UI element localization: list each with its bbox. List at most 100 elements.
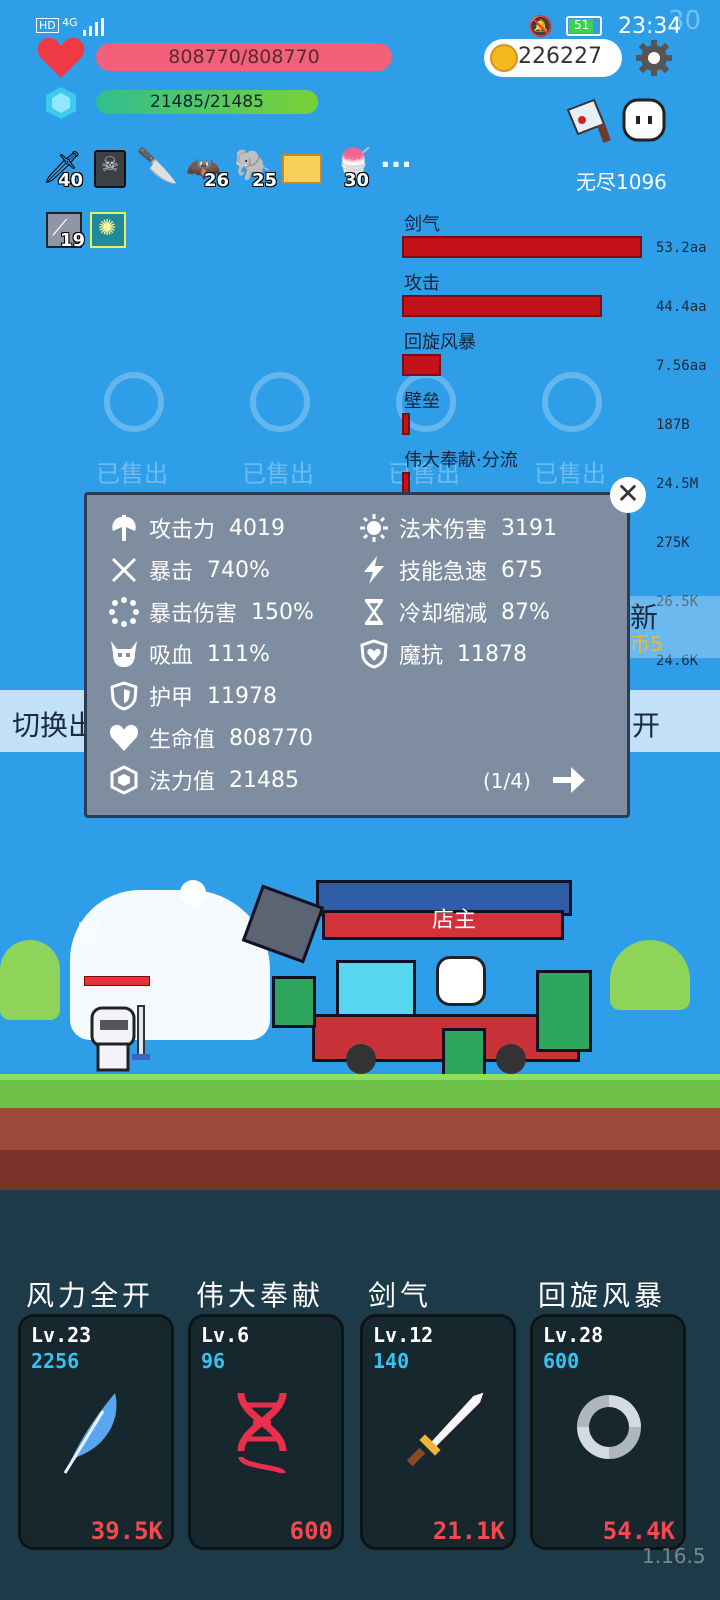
skill-level: Lv.23 (31, 1323, 92, 1347)
open-button[interactable]: 开 (620, 690, 720, 752)
stat-label: 生命值 (149, 728, 216, 753)
inventory-item[interactable]: 🗡 40 (40, 146, 88, 194)
inventory-item[interactable]: 🦇 26 (186, 146, 234, 194)
cart-wheel (346, 1044, 376, 1074)
menu-board (272, 976, 316, 1028)
skill-upgrade-price: 39.5K (90, 1517, 163, 1545)
stat-value: 675 (501, 557, 544, 583)
hd-badge: HD (36, 18, 59, 33)
status-bar: HD 4G 🔕 51 23:34 30 (0, 0, 720, 44)
damage-bar (402, 354, 441, 376)
shop-window (336, 960, 416, 1022)
heart-icon (107, 721, 141, 755)
battery-level: 51 (574, 18, 590, 32)
skill-mana-cost: 96 (201, 1349, 226, 1373)
stat-value: 808770 (229, 725, 313, 751)
stat-label: 暴击伤害 (149, 602, 238, 627)
mp-text: 21485/21485 (150, 92, 264, 112)
more-items-button[interactable]: ··· (380, 148, 412, 181)
crit-icon (107, 553, 141, 587)
buff-item[interactable]: ⟋ 19 (46, 212, 85, 251)
mute-icon: 🔕 (528, 14, 553, 38)
skill-card[interactable]: Lv.6 96 600 (188, 1314, 344, 1550)
damage-source-label: 剑气 (404, 214, 440, 235)
stat-value: 111% (207, 641, 270, 667)
stat-mana: 法力值 21485 (107, 763, 299, 797)
shop-slot[interactable] (104, 372, 164, 432)
trash-can (536, 970, 592, 1052)
inventory-item[interactable]: 🍧 30 (334, 146, 382, 194)
skill-card[interactable]: Lv.28 600 54.4K (530, 1314, 686, 1550)
skill-mana-cost: 140 (373, 1349, 410, 1373)
heart-icon (36, 36, 86, 80)
stat-value: 11878 (457, 641, 528, 667)
inventory-item[interactable]: 🔪 (136, 146, 184, 194)
damage-source-label: 壁垒 (404, 391, 440, 412)
version-label: 1.16.5 (642, 1544, 706, 1568)
cleaver-icon[interactable] (564, 96, 616, 144)
stat-label: 暴击 (149, 560, 194, 585)
close-icon[interactable]: ✕ (610, 477, 646, 513)
inventory-item[interactable]: 🐘 25 (234, 146, 282, 194)
buff-item[interactable]: ✺ (90, 212, 126, 248)
damage-bar (402, 236, 642, 258)
sold-label: 已售出 (96, 460, 168, 488)
skill-card[interactable]: Lv.12 140 21.1K (360, 1314, 516, 1550)
skill-name: 剑气 (368, 1279, 433, 1312)
skill-mana-cost: 600 (543, 1349, 580, 1373)
damage-value: 7.56aa (656, 358, 707, 374)
hp-text: 808770/808770 (168, 46, 320, 68)
stats-page-indicator: (1/4) (483, 769, 531, 793)
lightning-icon (357, 553, 391, 587)
damage-bar (402, 413, 410, 435)
endless-wave-label: 无尽1096 (576, 170, 667, 194)
next-page-arrow-icon[interactable] (551, 763, 587, 797)
skill-card[interactable]: Lv.23 2256 39.5K (18, 1314, 174, 1550)
coin-counter: 226227 (484, 39, 622, 77)
stats-panel: 攻击力 4019 暴击 740% 暴击伤害 150% 吸血 111% 护甲 11… (84, 492, 630, 818)
inventory-bar: 🗡 40 ☠ 🔪 🦇 26 🐘 25 🍧 30 ··· (40, 146, 430, 194)
refresh-shop-button[interactable]: 新 币5 (620, 596, 720, 658)
skill-level: Lv.28 (543, 1323, 604, 1347)
stat-spell-damage: 法术伤害 3191 (357, 511, 557, 545)
stat-label: 冷却缩减 (399, 602, 488, 627)
stat-crit: 暴击 740% (107, 553, 270, 587)
inventory-item[interactable]: ☠ (94, 146, 130, 194)
stat-value: 21485 (229, 767, 300, 793)
skill-upgrade-price: 21.1K (432, 1517, 505, 1545)
fps-counter: 30 (668, 6, 702, 36)
damage-value: 44.4aa (656, 299, 707, 315)
shopkeeper-label: 店主 (432, 908, 477, 933)
damage-value: 275K (656, 535, 690, 551)
settings-gear-icon[interactable] (634, 38, 674, 78)
ghost-icon[interactable] (620, 96, 668, 144)
hp-bar: 808770/808770 (96, 43, 392, 71)
skill-mana-cost: 2256 (31, 1349, 80, 1373)
network-label: 4G (62, 16, 78, 29)
damage-bar (402, 295, 602, 317)
stat-skill-haste: 技能急速 675 (357, 553, 543, 587)
stat-label: 法术伤害 (399, 518, 488, 543)
coin-icon (490, 44, 518, 72)
shop-slot[interactable] (250, 372, 310, 432)
damage-value: 53.2aa (656, 240, 707, 256)
menu-board (442, 1028, 486, 1078)
tree (610, 940, 690, 1010)
skill-name: 伟大奉献 (196, 1279, 325, 1312)
tree (0, 940, 60, 1020)
light-buff-icon: ✺ (98, 216, 117, 241)
stat-cooldown: 冷却缩减 87% (357, 595, 550, 629)
open-button-label: 开 (632, 709, 661, 742)
cloud (180, 880, 206, 906)
stat-attack: 攻击力 4019 (107, 511, 285, 545)
inventory-item[interactable] (282, 146, 326, 194)
item-count: 26 (204, 170, 230, 191)
stat-magic-resist: 魔抗 11878 (357, 637, 527, 671)
mp-bar: 21485/21485 (96, 90, 318, 114)
damage-source-label: 回旋风暴 (404, 332, 476, 353)
blade-icon: 🔪 (136, 146, 179, 186)
shop-cart[interactable]: 店主 (241, 840, 608, 1080)
damage-value: 24.5M (656, 476, 699, 492)
stat-label: 吸血 (149, 644, 194, 669)
crit-damage-icon (107, 595, 141, 629)
